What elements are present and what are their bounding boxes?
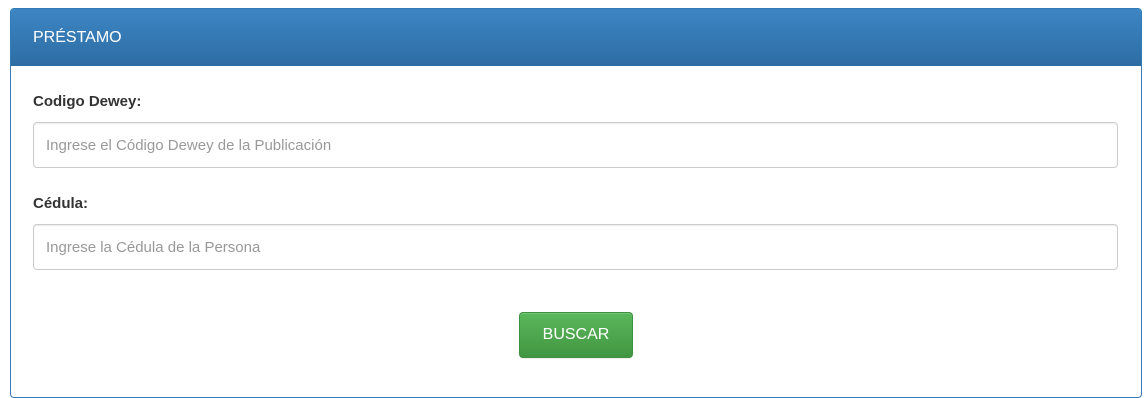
buscar-button[interactable]: BUSCAR [519,312,633,358]
dewey-code-label: Codigo Dewey: [33,93,142,110]
cedula-label: Cédula: [33,195,89,212]
prestamo-panel: PRÉSTAMO Codigo Dewey: Cédula: BUSCAR [10,8,1142,398]
panel-title: PRÉSTAMO [11,9,1141,66]
cedula-input[interactable] [33,224,1118,270]
dewey-code-input[interactable] [33,122,1118,168]
